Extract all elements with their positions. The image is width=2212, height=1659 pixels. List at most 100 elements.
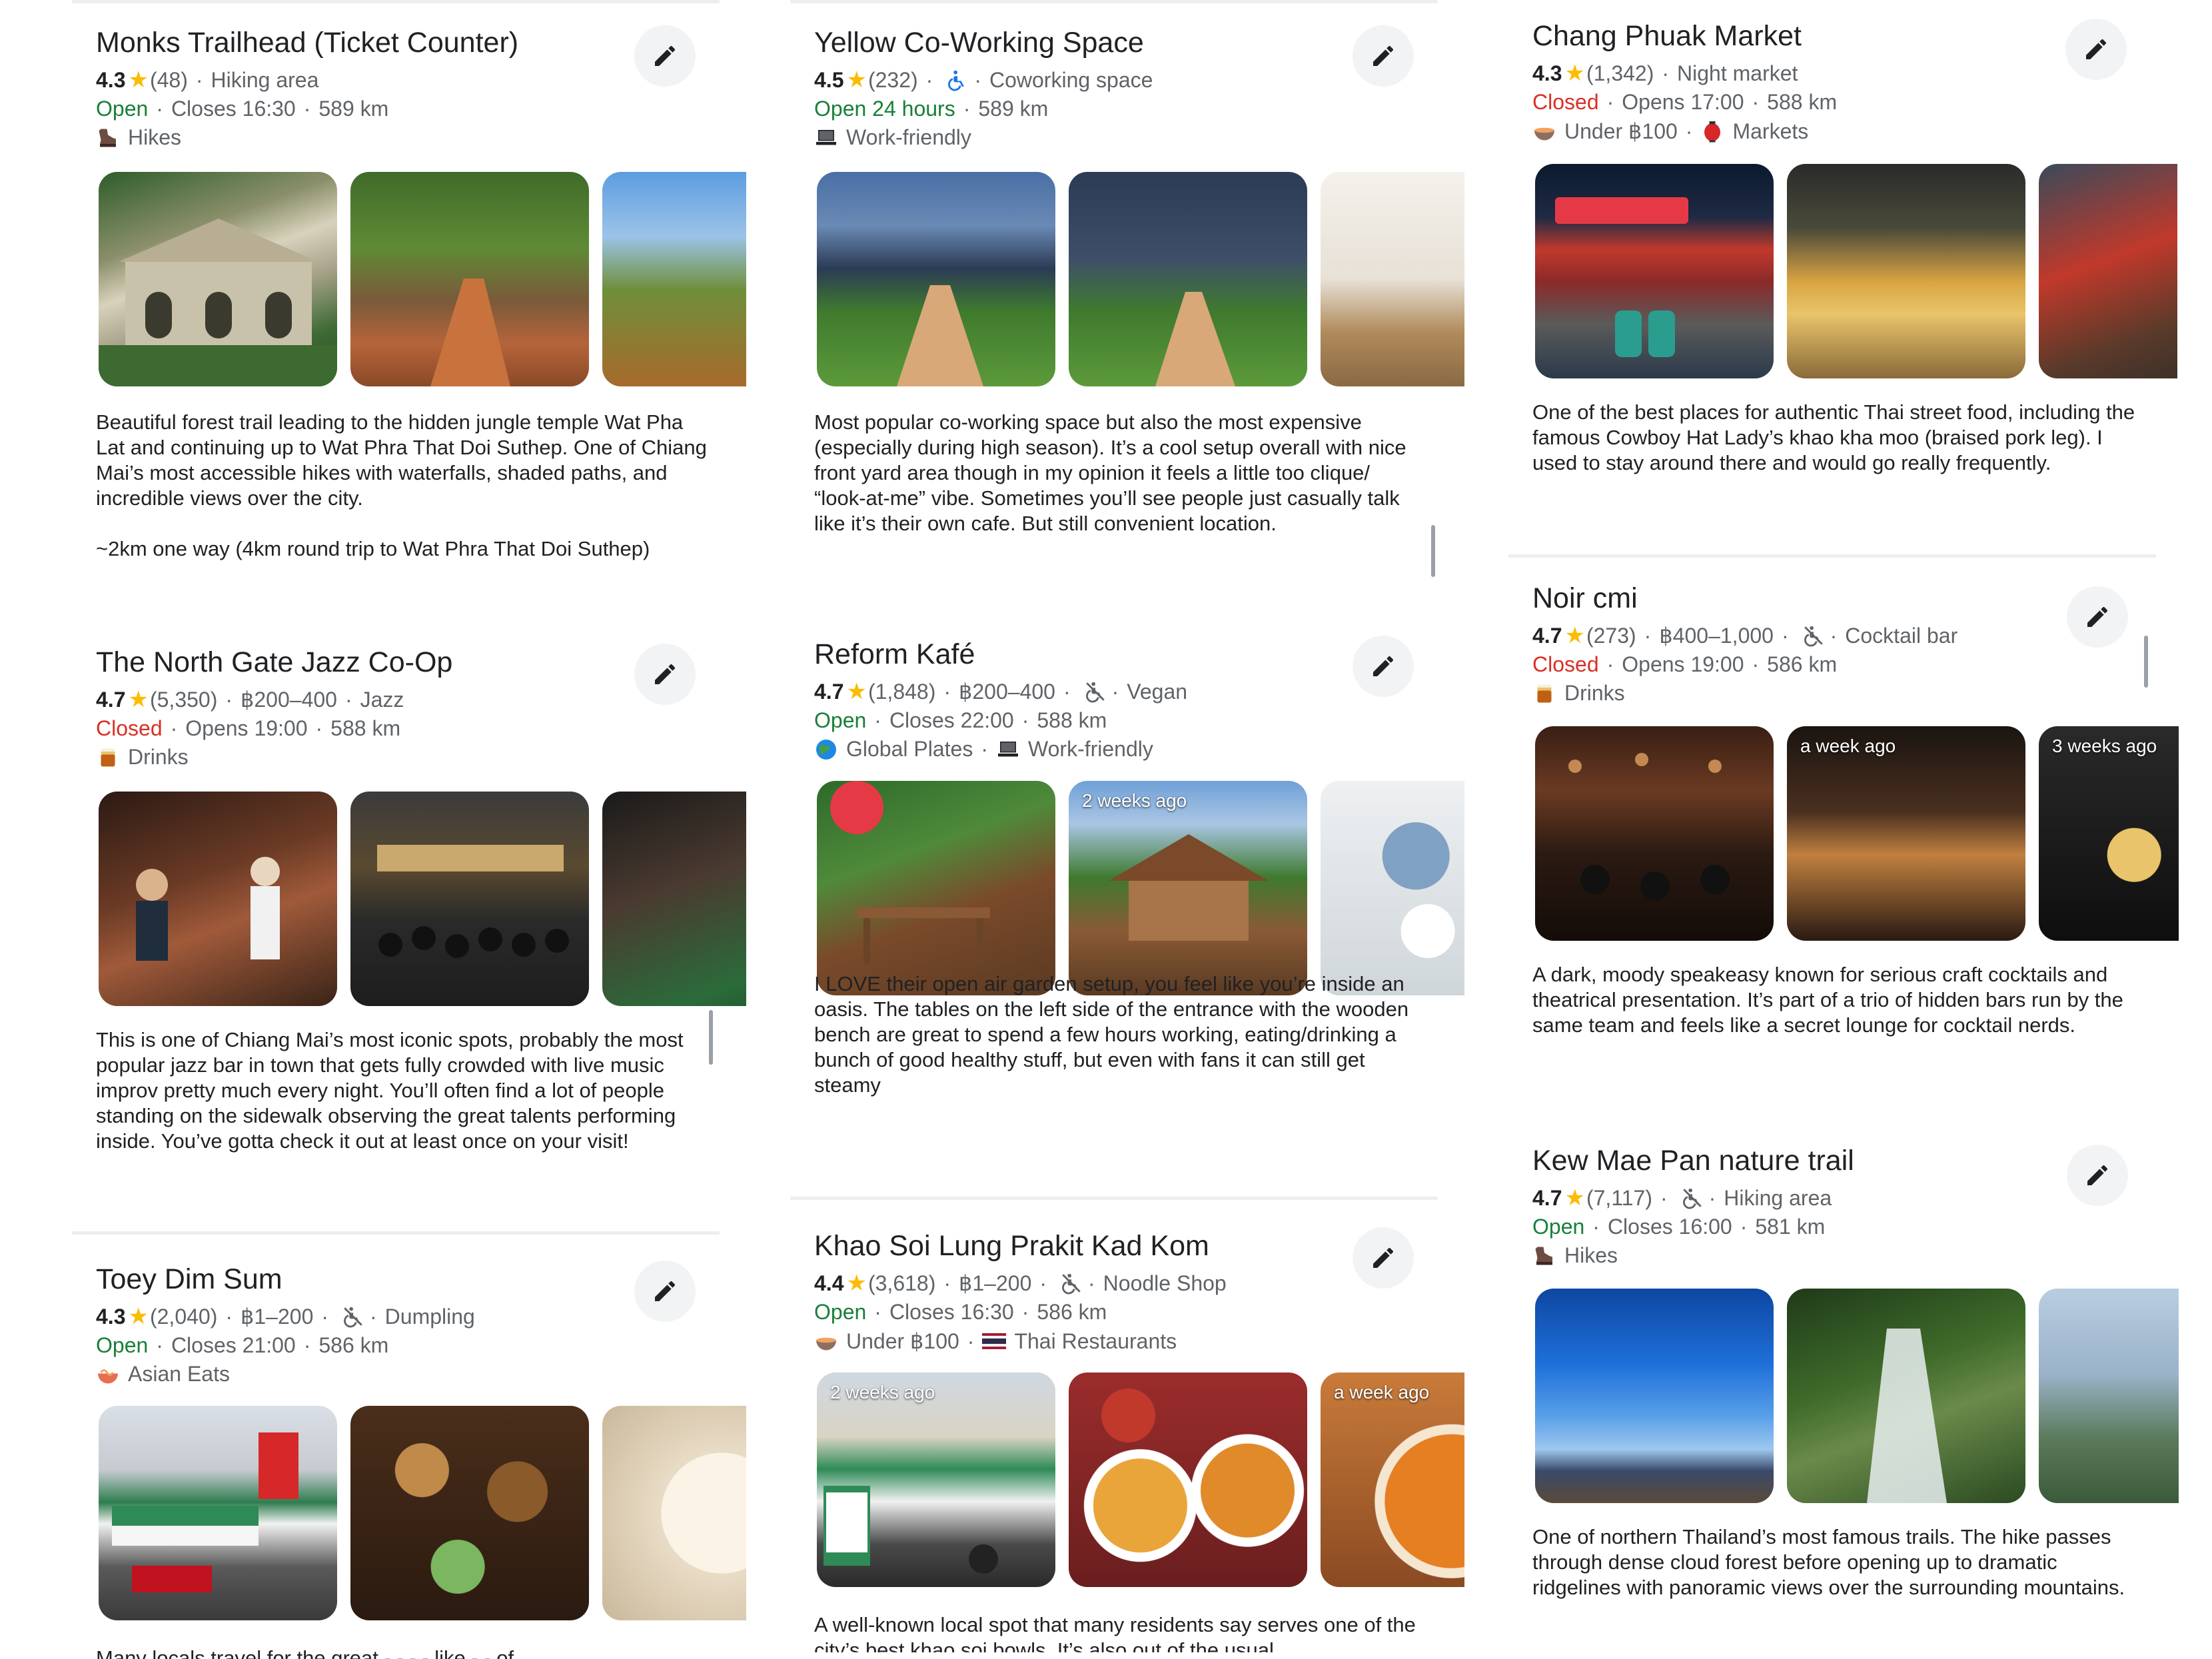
- edit-button[interactable]: [2067, 586, 2128, 648]
- photo[interactable]: [2039, 1289, 2179, 1503]
- divider: [72, 1231, 720, 1235]
- photo-carousel[interactable]: [99, 172, 746, 386]
- review-count[interactable]: (5,350): [150, 688, 217, 712]
- place-card[interactable]: Reform Kafé 4.7 ★ (1,848) · ฿200–400 · · Vegan …: [790, 612, 1464, 1198]
- place-card[interactable]: Monks Trailhead (Ticket Counter) 4.3 ★ (48…: [72, 0, 746, 600]
- place-title[interactable]: Reform Kafé: [814, 638, 975, 671]
- photo[interactable]: [817, 781, 1055, 995]
- place-title[interactable]: Kew Mae Pan nature trail: [1532, 1145, 1854, 1177]
- divider: [1508, 554, 2156, 558]
- description: This is one of Chiang Mai’s most iconic …: [96, 1027, 709, 1154]
- rating-value: 4.7: [1532, 623, 1562, 648]
- edit-button[interactable]: [634, 1261, 696, 1322]
- tag-label: Drinks: [128, 745, 189, 769]
- star-icon: ★: [1564, 623, 1585, 648]
- photo-carousel[interactable]: [99, 1406, 746, 1620]
- photo[interactable]: [99, 172, 337, 386]
- description: A dark, moody speakeasy known for seriou…: [1532, 962, 2145, 1038]
- place-card[interactable]: Yellow Co-Working Space 4.5 ★ (232) · · Cowor…: [790, 0, 1464, 600]
- temple-illustration: [99, 219, 337, 386]
- photo-carousel[interactable]: 2 weeks ago: [817, 781, 1464, 995]
- place-title[interactable]: Noir cmi: [1532, 582, 1638, 615]
- photo[interactable]: [602, 792, 746, 1006]
- photo[interactable]: 2 weeks ago: [1069, 781, 1307, 995]
- photo-carousel[interactable]: [99, 792, 746, 1006]
- photo[interactable]: [1787, 164, 2025, 378]
- price-range: ฿1–200: [241, 1305, 314, 1329]
- photo[interactable]: [817, 172, 1055, 386]
- photo-carousel[interactable]: [1535, 1289, 2179, 1503]
- place-title[interactable]: The North Gate Jazz Co-Op: [96, 646, 452, 679]
- hours: Closes 21:00: [171, 1333, 296, 1357]
- photo[interactable]: [1787, 1289, 2025, 1503]
- photo-carousel[interactable]: [1535, 164, 2177, 378]
- photo[interactable]: [1321, 172, 1464, 386]
- photo[interactable]: [350, 1406, 589, 1620]
- review-count[interactable]: (232): [868, 68, 918, 93]
- edit-button[interactable]: [1353, 1227, 1414, 1289]
- pencil-icon: [1370, 1245, 1396, 1271]
- pencil-icon: [2084, 1162, 2111, 1189]
- place-card[interactable]: Chang Phuak Market 4.3 ★ (1,342) · Night mar…: [1508, 0, 2177, 553]
- open-status: Open: [814, 1300, 867, 1324]
- edit-button[interactable]: [634, 25, 696, 87]
- place-card[interactable]: Khao Soi Lung Prakit Kad Kom 4.4 ★ (3,618)…: [790, 1203, 1464, 1652]
- star-icon: ★: [1564, 61, 1585, 86]
- photo[interactable]: [602, 172, 746, 386]
- edit-button[interactable]: [1353, 636, 1414, 697]
- rating-row: 4.3 ★ (1,342) · Night market: [1532, 61, 1798, 86]
- edit-button[interactable]: [1353, 25, 1414, 87]
- distance: 588 km: [1037, 708, 1107, 732]
- photo[interactable]: [1069, 1373, 1307, 1587]
- place-card[interactable]: Toey Dim Sum 4.3 ★ (2,040) · ฿1–200 · · Dumplin…: [72, 1237, 746, 1659]
- review-count[interactable]: (1,848): [868, 680, 935, 704]
- rating-row: 4.5 ★ (232) · · Coworking space: [814, 67, 1153, 93]
- photo-carousel[interactable]: a week ago 3 weeks ago: [1535, 726, 2179, 941]
- photo[interactable]: 2 weeks ago: [817, 1373, 1055, 1587]
- photo[interactable]: [350, 792, 589, 1006]
- photo[interactable]: a week ago: [1321, 1373, 1464, 1587]
- photo[interactable]: a week ago: [1787, 726, 2025, 941]
- walkway-illustration: [897, 285, 983, 386]
- photo[interactable]: [602, 1406, 746, 1620]
- rating-value: 4.3: [96, 1304, 126, 1329]
- edit-button[interactable]: [2067, 1145, 2128, 1206]
- review-count[interactable]: (273): [1586, 624, 1636, 648]
- photo[interactable]: 3 weeks ago: [2039, 726, 2179, 941]
- place-card[interactable]: Kew Mae Pan nature trail 4.7 ★ (7,117) · · Hi…: [1508, 1126, 2179, 1652]
- place-title[interactable]: Khao Soi Lung Prakit Kad Kom: [814, 1230, 1209, 1263]
- review-count[interactable]: (1,342): [1586, 61, 1654, 86]
- place-title[interactable]: Chang Phuak Market: [1532, 20, 1802, 53]
- edit-button[interactable]: [2065, 19, 2127, 80]
- review-count[interactable]: (7,117): [1586, 1186, 1652, 1211]
- photo[interactable]: [1321, 781, 1464, 995]
- photo[interactable]: [99, 1406, 337, 1620]
- scrollbar[interactable]: [709, 1010, 713, 1065]
- photo-carousel[interactable]: [817, 172, 1464, 386]
- photo[interactable]: [1069, 172, 1307, 386]
- photo[interactable]: [2039, 164, 2177, 378]
- photo[interactable]: [1535, 1289, 1774, 1503]
- description: One of the best places for authentic Tha…: [1532, 400, 2145, 476]
- star-icon: ★: [846, 1271, 867, 1296]
- photo[interactable]: [1535, 726, 1774, 941]
- category: Noodle Shop: [1103, 1271, 1227, 1295]
- hours: Opens 19:00: [185, 716, 308, 740]
- photo[interactable]: [99, 792, 337, 1006]
- review-count[interactable]: (2,040): [150, 1305, 217, 1329]
- place-card[interactable]: The North Gate Jazz Co-Op 4.7 ★ (5,350) · ฿2…: [72, 620, 746, 1219]
- edit-button[interactable]: [634, 644, 696, 705]
- photo-carousel[interactable]: 2 weeks ago a week ago: [817, 1373, 1464, 1587]
- photo[interactable]: [1535, 164, 1774, 378]
- review-count[interactable]: (3,618): [868, 1271, 935, 1296]
- place-card[interactable]: Noir cmi 4.7 ★ (273) · ฿400–1,000 · · Cocktail …: [1508, 560, 2179, 1119]
- photo[interactable]: [350, 172, 589, 386]
- place-title[interactable]: Yellow Co-Working Space: [814, 27, 1144, 59]
- tag-label: Hikes: [1564, 1243, 1618, 1267]
- rating-row: 4.7 ★ (273) · ฿400–1,000 · · Cocktail bar: [1532, 623, 1958, 648]
- scrollbar[interactable]: [1431, 525, 1435, 577]
- place-title[interactable]: Monks Trailhead (Ticket Counter): [96, 27, 518, 59]
- place-title[interactable]: Toey Dim Sum: [96, 1263, 282, 1296]
- review-count[interactable]: (48): [150, 68, 188, 93]
- scrollbar[interactable]: [2144, 636, 2148, 688]
